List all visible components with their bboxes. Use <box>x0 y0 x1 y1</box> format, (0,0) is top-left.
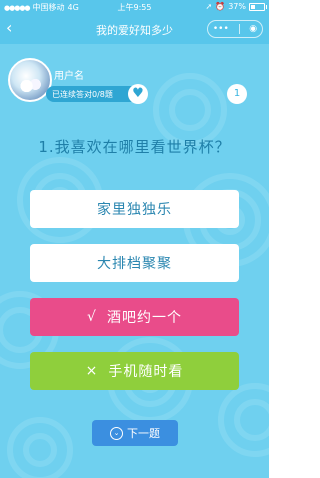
check-mark: √ <box>87 309 97 325</box>
option-4[interactable]: × 手机随时看 <box>30 352 239 390</box>
more-dots-icon[interactable]: ••• <box>213 24 229 34</box>
question-text: 1.我喜欢在哪里看世界杯？ <box>38 138 231 156</box>
avatar-flower <box>20 78 42 94</box>
nav-bar: ‹ 我的爱好知多少 ••• ◉ <box>0 14 269 44</box>
alarm-icon: ⏰ <box>215 2 226 11</box>
status-bar: ●●●●● 中国移动 4G 上午9:55 ➚ ⏰ 37% <box>0 0 269 14</box>
username: 用户名 <box>54 71 84 82</box>
next-question-button[interactable]: ⌄ 下一题 <box>92 420 178 446</box>
heart-icon: ♥ <box>128 84 148 104</box>
capsule-divider <box>238 24 240 34</box>
battery-fill <box>251 4 255 9</box>
option-label: 家里独独乐 <box>97 202 172 218</box>
question-number-badge: 1 <box>227 84 247 104</box>
mini-program-capsule: ••• ◉ <box>207 20 263 38</box>
option-label: 大排档聚聚 <box>97 256 172 272</box>
next-label: 下一题 <box>127 427 160 440</box>
option-1[interactable]: 家里独独乐 <box>30 190 239 228</box>
battery-percent: 37% <box>228 2 246 11</box>
location-icon: ➚ <box>205 2 213 11</box>
option-label: 酒吧约一个 <box>106 310 182 326</box>
cross-mark: × <box>85 363 99 379</box>
option-2[interactable]: 大排档聚聚 <box>30 244 239 282</box>
quiz-screen: ●●●●● 中国移动 4G 上午9:55 ➚ ⏰ 37% ‹ 我的爱好知多少 •… <box>0 0 269 478</box>
battery-icon <box>249 2 267 11</box>
target-icon[interactable]: ◉ <box>249 24 257 34</box>
option-label: 手机随时看 <box>108 364 184 380</box>
option-3[interactable]: √ 酒吧约一个 <box>30 298 239 336</box>
chevron-down-circle-icon: ⌄ <box>110 426 123 440</box>
